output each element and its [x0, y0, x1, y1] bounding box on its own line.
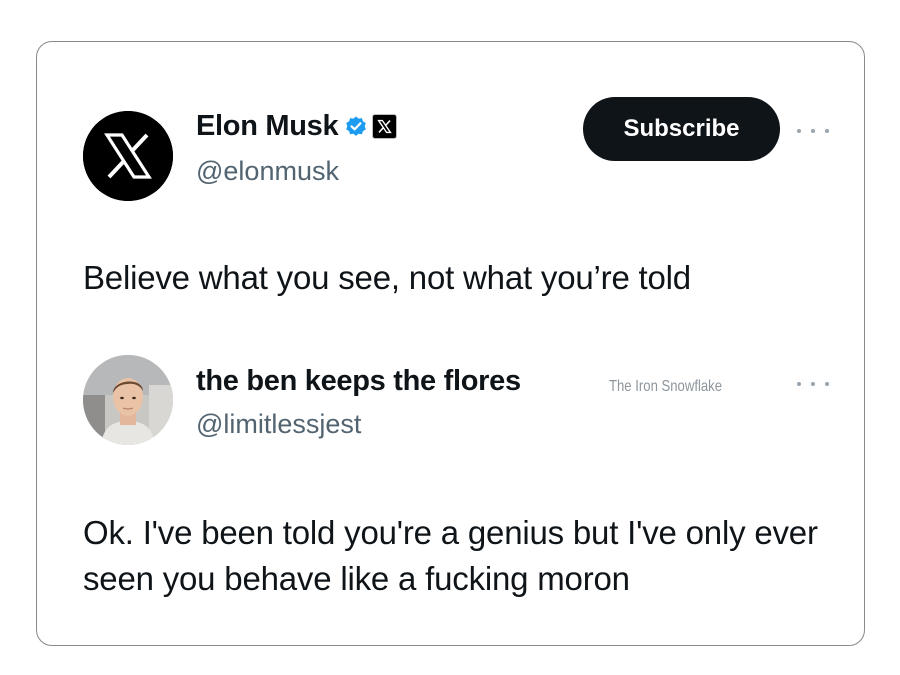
subscribe-button[interactable]: Subscribe	[583, 97, 780, 161]
author-handle[interactable]: @elonmusk	[196, 156, 339, 187]
reply-text: Ok. I've been told you're a genius but I…	[83, 514, 818, 597]
dot	[797, 129, 801, 133]
profile-photo-icon	[83, 355, 173, 445]
tweet-screenshot-card: Elon Musk @elonmusk Subscribe Believe wh…	[36, 41, 865, 646]
reply-display-name[interactable]: the ben keeps the flores	[196, 365, 521, 398]
author-name-row: Elon Musk	[196, 110, 398, 143]
reply-handle[interactable]: @limitlessjest	[196, 409, 361, 440]
reply-name-row: the ben keeps the flores	[196, 365, 521, 398]
tweet-text: Believe what you see, not what you’re to…	[83, 259, 691, 296]
dot	[825, 129, 829, 133]
dot	[811, 129, 815, 133]
verified-badge-icon	[346, 116, 367, 136]
more-options-icon[interactable]	[797, 126, 829, 136]
author-display-name[interactable]: Elon Musk	[196, 110, 339, 143]
x-affiliation-icon[interactable]	[372, 114, 398, 139]
x-logo-avatar[interactable]	[83, 111, 173, 201]
dot	[825, 382, 829, 386]
more-options-icon[interactable]	[797, 379, 829, 389]
x-logo-icon	[83, 111, 173, 201]
watermark-text: The Iron Snowflake	[609, 378, 723, 395]
dot	[811, 382, 815, 386]
reply-avatar[interactable]	[83, 355, 173, 445]
dot	[797, 382, 801, 386]
x-glyph-icon	[377, 119, 393, 134]
